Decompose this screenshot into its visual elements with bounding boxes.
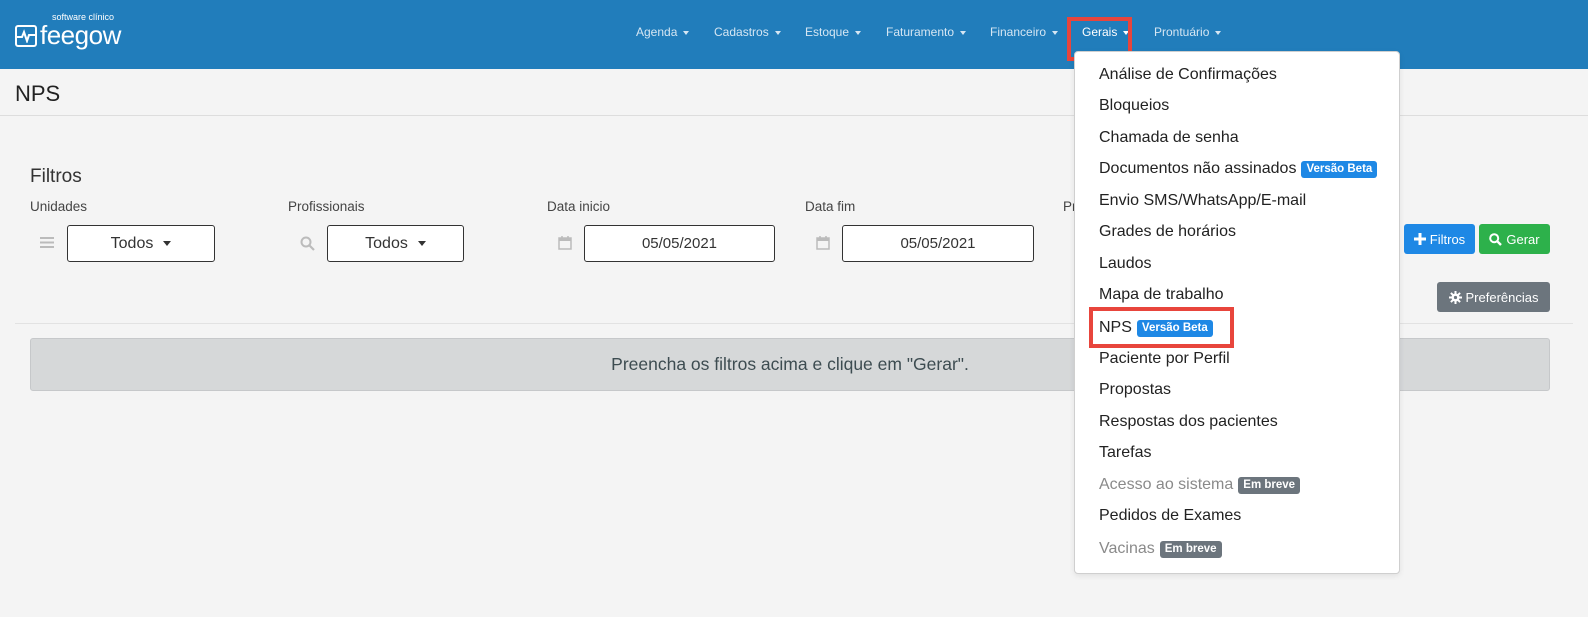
- dropdown-item-vacinas: Vacinas Em breve: [1099, 538, 1222, 560]
- data-inicio-value: 05/05/2021: [641, 235, 718, 252]
- nav-faturamento-label: Faturamento: [886, 25, 955, 39]
- nav-faturamento[interactable]: Faturamento: [886, 25, 967, 39]
- unidades-select[interactable]: Todos: [67, 225, 215, 262]
- profissionais-select[interactable]: Todos: [327, 225, 464, 262]
- dropdown-item-label: Paciente por Perfil: [1099, 350, 1230, 367]
- profissionais-label: Profissionais: [288, 199, 365, 214]
- nav-agenda-label: Agenda: [636, 25, 678, 39]
- nav-cadastros[interactable]: Cadastros: [714, 25, 781, 39]
- soon-badge: Em breve: [1159, 540, 1222, 558]
- dropdown-item-acesso-sistema: Acesso ao sistema Em breve: [1099, 474, 1301, 496]
- dropdown-item-label: Laudos: [1099, 255, 1152, 272]
- filtros-button-label: Filtros: [1429, 231, 1466, 247]
- caret-down-icon: [683, 30, 690, 35]
- page-title: NPS: [15, 81, 61, 106]
- nav-prontuario[interactable]: Prontuário: [1154, 25, 1222, 39]
- dropdown-item-label: Tarefas: [1099, 444, 1152, 461]
- info-alert-text: Preencha os filtros acima e clique em "G…: [611, 354, 969, 374]
- nav-financeiro[interactable]: Financeiro: [990, 25, 1059, 39]
- nav-prontuario-label: Prontuário: [1154, 25, 1210, 39]
- beta-badge: Versão Beta: [1301, 160, 1378, 178]
- nav-agenda[interactable]: Agenda: [636, 25, 690, 39]
- plus-icon: [1413, 233, 1426, 245]
- dropdown-item-label: Mapa de trabalho: [1099, 286, 1224, 303]
- dropdown-item-label: Chamada de senha: [1099, 129, 1239, 146]
- list-icon: [40, 236, 54, 254]
- logo-subtitle: software clínico: [52, 12, 115, 22]
- nav-estoque-label: Estoque: [805, 25, 850, 39]
- nav-cadastros-label: Cadastros: [714, 25, 769, 39]
- data-fim-label: Data fim: [805, 199, 856, 214]
- dropdown-item-laudos[interactable]: Laudos: [1099, 253, 1152, 275]
- search-icon: [300, 236, 315, 256]
- dropdown-item-paciente-perfil[interactable]: Paciente por Perfil: [1099, 348, 1230, 370]
- data-inicio-label: Data inicio: [547, 199, 611, 214]
- logo-heartbeat-icon: [15, 25, 37, 47]
- data-fim-input[interactable]: 05/05/2021: [842, 225, 1034, 262]
- dropdown-item-envio-sms[interactable]: Envio SMS/WhatsApp/E-mail: [1099, 190, 1306, 212]
- data-inicio-input[interactable]: 05/05/2021: [584, 225, 775, 262]
- dropdown-item-label: Análise de Confirmações: [1099, 66, 1277, 83]
- caret-down-icon: [417, 241, 426, 246]
- filters-title: Filtros: [30, 166, 82, 187]
- caret-down-icon: [163, 241, 172, 246]
- profissionais-select-value: Todos: [365, 234, 408, 252]
- dropdown-item-propostas[interactable]: Propostas: [1099, 379, 1171, 401]
- filtros-button[interactable]: Filtros: [1404, 224, 1475, 254]
- feegow-logo[interactable]: software clínico feegow: [15, 12, 121, 50]
- dropdown-item-documentos-nao-assinados[interactable]: Documentos não assinados Versão Beta: [1099, 158, 1378, 180]
- dropdown-item-label: Envio SMS/WhatsApp/E-mail: [1099, 192, 1307, 209]
- dropdown-item-label: Pedidos de Exames: [1099, 507, 1242, 524]
- dropdown-item-label: Vacinas: [1099, 540, 1155, 557]
- search-icon: [1489, 232, 1503, 246]
- unidades-select-value: Todos: [110, 234, 154, 252]
- dropdown-item-chamada-senha[interactable]: Chamada de senha: [1099, 127, 1239, 149]
- preferencias-button[interactable]: Preferências: [1437, 282, 1550, 312]
- dropdown-item-analise-confirmacoes[interactable]: Análise de Confirmações: [1099, 64, 1277, 86]
- caret-down-icon: [960, 30, 967, 35]
- calendar-icon: [816, 236, 830, 255]
- dropdown-item-label: Grades de horários: [1099, 223, 1236, 240]
- dropdown-item-label: Propostas: [1099, 381, 1172, 398]
- caret-down-icon: [855, 30, 862, 35]
- dropdown-item-pedidos-exames[interactable]: Pedidos de Exames: [1099, 505, 1241, 527]
- dropdown-item-bloqueios[interactable]: Bloqueios: [1099, 95, 1169, 117]
- dropdown-item-label: Respostas dos pacientes: [1099, 413, 1278, 430]
- nav-estoque[interactable]: Estoque: [805, 25, 862, 39]
- gerar-button-label: Gerar: [1506, 231, 1540, 247]
- caret-down-icon: [1215, 30, 1222, 35]
- unidades-label: Unidades: [30, 199, 88, 214]
- dropdown-item-label: Acesso ao sistema: [1099, 476, 1234, 493]
- nav-financeiro-label: Financeiro: [990, 25, 1047, 39]
- gerar-button[interactable]: Gerar: [1479, 224, 1550, 254]
- dropdown-item-grades-horarios[interactable]: Grades de horários: [1099, 221, 1236, 243]
- soon-badge: Em breve: [1238, 476, 1301, 494]
- dropdown-item-respostas-pacientes[interactable]: Respostas dos pacientes: [1099, 411, 1278, 433]
- dropdown-item-label: Documentos não assinados: [1099, 160, 1297, 177]
- dropdown-item-mapa-trabalho[interactable]: Mapa de trabalho: [1099, 284, 1224, 306]
- calendar-icon: [558, 236, 572, 255]
- highlight-nps-box: [1089, 307, 1234, 348]
- dropdown-item-tarefas[interactable]: Tarefas: [1099, 442, 1151, 464]
- gear-icon: [1448, 290, 1462, 304]
- dropdown-item-label: Bloqueios: [1099, 97, 1170, 114]
- preferencias-button-label: Preferências: [1465, 289, 1539, 305]
- data-fim-value: 05/05/2021: [900, 235, 976, 252]
- caret-down-icon: [1052, 30, 1059, 35]
- caret-down-icon: [774, 30, 781, 35]
